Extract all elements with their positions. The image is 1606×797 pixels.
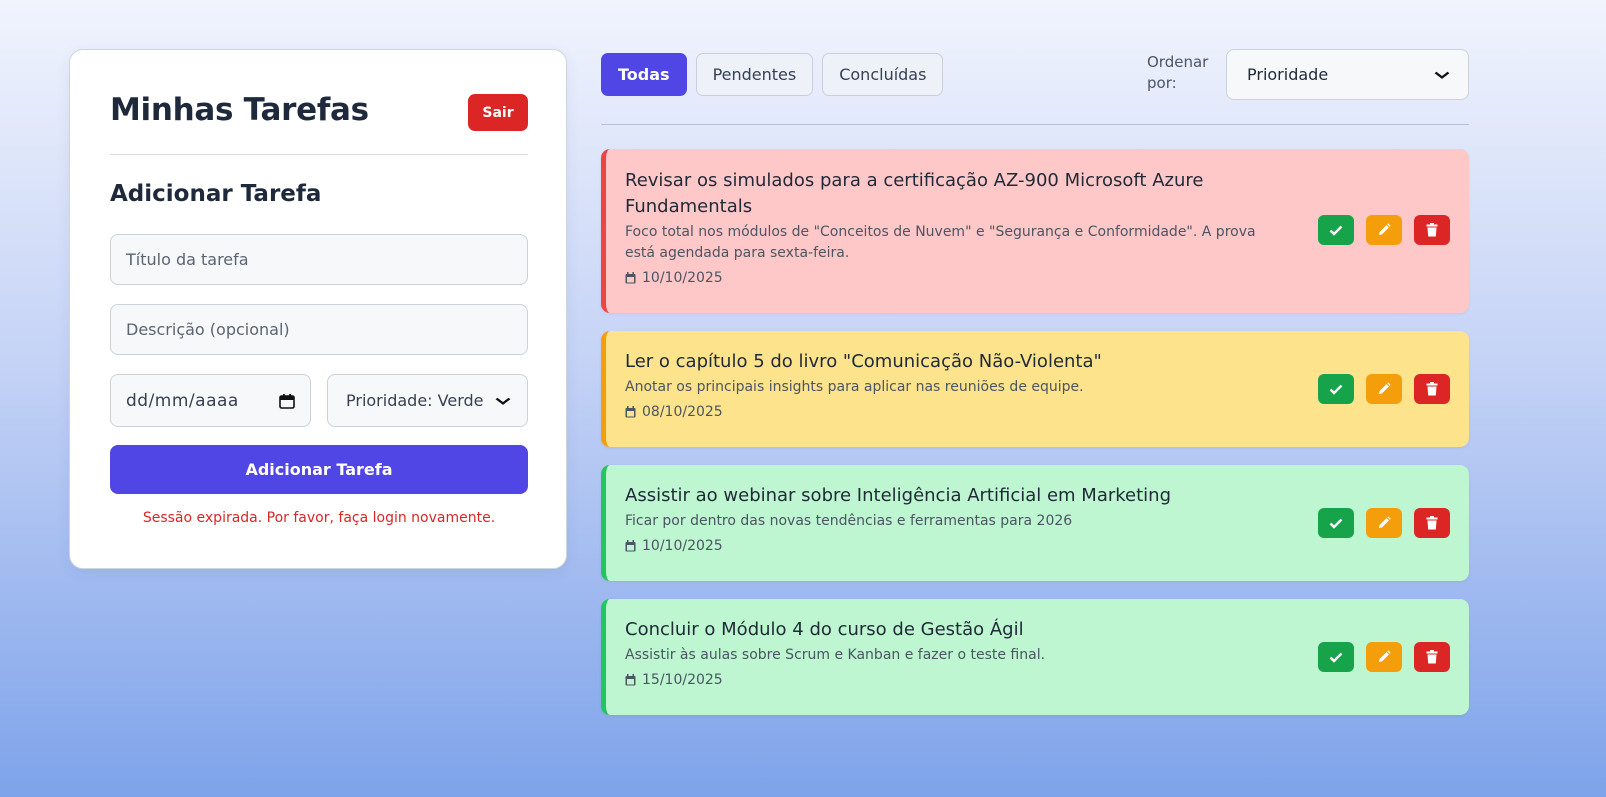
app-title: Minhas Tarefas bbox=[110, 92, 369, 128]
task-description: Ficar por dentro das novas tendências e … bbox=[625, 513, 1073, 529]
panel-header: Minhas Tarefas Sair bbox=[110, 90, 528, 142]
task-date: 15/10/2025 bbox=[625, 672, 1275, 688]
session-error-message: Sessão expirada. Por favor, faça login n… bbox=[142, 510, 496, 526]
task-description: Foco total nos módulos de "Conceitos de … bbox=[625, 224, 1256, 261]
task-date: 08/10/2025 bbox=[625, 404, 1275, 420]
chevron-down-icon bbox=[495, 394, 511, 408]
task-actions bbox=[1318, 508, 1450, 538]
calendar-icon bbox=[625, 674, 636, 686]
trash-icon bbox=[1426, 223, 1438, 237]
check-icon bbox=[1329, 518, 1343, 529]
task-title-input[interactable] bbox=[110, 234, 528, 285]
add-task-heading: Adicionar Tarefa bbox=[110, 181, 322, 207]
list-divider bbox=[601, 124, 1469, 125]
trash-icon bbox=[1426, 650, 1438, 664]
complete-task-button[interactable] bbox=[1318, 508, 1354, 538]
check-icon bbox=[1329, 384, 1343, 395]
add-task-button[interactable]: Adicionar Tarefa bbox=[110, 445, 528, 494]
trash-icon bbox=[1426, 382, 1438, 396]
due-date-input[interactable]: dd/mm/aaaa bbox=[110, 374, 311, 427]
filter-tabs: Todas Pendentes Concluídas bbox=[601, 53, 944, 96]
check-icon bbox=[1329, 225, 1343, 236]
chevron-down-icon bbox=[1434, 68, 1450, 82]
task-title: Ler o capítulo 5 do livro "Comunicação N… bbox=[625, 351, 1102, 372]
logout-button[interactable]: Sair bbox=[468, 94, 528, 131]
complete-task-button[interactable] bbox=[1318, 215, 1354, 245]
task-date: 10/10/2025 bbox=[625, 270, 1275, 286]
sort-label: Ordenar por: bbox=[1147, 53, 1209, 92]
check-icon bbox=[1329, 652, 1343, 663]
task-date-text: 10/10/2025 bbox=[642, 270, 723, 286]
tab-concluidas[interactable]: Concluídas bbox=[822, 53, 944, 96]
task-content: Ler o capítulo 5 do livro "Comunicação N… bbox=[625, 349, 1275, 420]
edit-task-button[interactable] bbox=[1366, 374, 1402, 404]
edit-task-button[interactable] bbox=[1366, 215, 1402, 245]
task-card: Concluir o Módulo 4 do curso de Gestão Á… bbox=[601, 599, 1469, 715]
complete-task-button[interactable] bbox=[1318, 374, 1354, 404]
pencil-icon bbox=[1379, 382, 1391, 394]
calendar-icon bbox=[625, 406, 636, 418]
task-description-input[interactable] bbox=[110, 304, 528, 355]
task-description: Assistir às aulas sobre Scrum e Kanban e… bbox=[625, 647, 1046, 663]
complete-task-button[interactable] bbox=[1318, 642, 1354, 672]
task-title: Concluir o Módulo 4 do curso de Gestão Á… bbox=[625, 619, 1024, 640]
task-date: 10/10/2025 bbox=[625, 538, 1275, 554]
header-divider bbox=[110, 154, 528, 155]
calendar-icon bbox=[625, 272, 636, 284]
task-title: Assistir ao webinar sobre Inteligência A… bbox=[625, 485, 1172, 506]
task-card: Revisar os simulados para a certificação… bbox=[601, 149, 1469, 313]
calendar-icon bbox=[625, 540, 636, 552]
pencil-icon bbox=[1379, 516, 1391, 528]
task-content: Concluir o Módulo 4 do curso de Gestão Á… bbox=[625, 617, 1275, 688]
task-card: Assistir ao webinar sobre Inteligência A… bbox=[601, 465, 1469, 581]
trash-icon bbox=[1426, 516, 1438, 530]
task-actions bbox=[1318, 374, 1450, 404]
sort-select[interactable]: Prioridade bbox=[1226, 49, 1469, 100]
pencil-icon bbox=[1379, 223, 1391, 235]
edit-task-button[interactable] bbox=[1366, 508, 1402, 538]
delete-task-button[interactable] bbox=[1414, 508, 1450, 538]
task-content: Assistir ao webinar sobre Inteligência A… bbox=[625, 483, 1275, 554]
priority-select[interactable]: Prioridade: Verde bbox=[327, 374, 528, 427]
add-task-panel: Minhas Tarefas Sair Adicionar Tarefa dd/… bbox=[69, 49, 567, 569]
task-description: Anotar os principais insights para aplic… bbox=[625, 379, 1084, 395]
task-date-text: 15/10/2025 bbox=[642, 672, 723, 688]
priority-selected-value: Prioridade: Verde bbox=[346, 391, 484, 410]
task-date-text: 10/10/2025 bbox=[642, 538, 723, 554]
task-actions bbox=[1318, 215, 1450, 245]
pencil-icon bbox=[1379, 650, 1391, 662]
delete-task-button[interactable] bbox=[1414, 374, 1450, 404]
task-date-text: 08/10/2025 bbox=[642, 404, 723, 420]
tab-todas[interactable]: Todas bbox=[601, 53, 687, 96]
tab-pendentes[interactable]: Pendentes bbox=[695, 53, 814, 96]
delete-task-button[interactable] bbox=[1414, 215, 1450, 245]
task-title: Revisar os simulados para a certificação… bbox=[625, 170, 1204, 217]
task-card: Ler o capítulo 5 do livro "Comunicação N… bbox=[601, 331, 1469, 447]
sort-selected-value: Prioridade bbox=[1247, 65, 1329, 84]
delete-task-button[interactable] bbox=[1414, 642, 1450, 672]
task-content: Revisar os simulados para a certificação… bbox=[625, 168, 1275, 286]
edit-task-button[interactable] bbox=[1366, 642, 1402, 672]
task-actions bbox=[1318, 642, 1450, 672]
calendar-icon[interactable] bbox=[279, 393, 295, 409]
due-date-placeholder: dd/mm/aaaa bbox=[126, 390, 239, 411]
